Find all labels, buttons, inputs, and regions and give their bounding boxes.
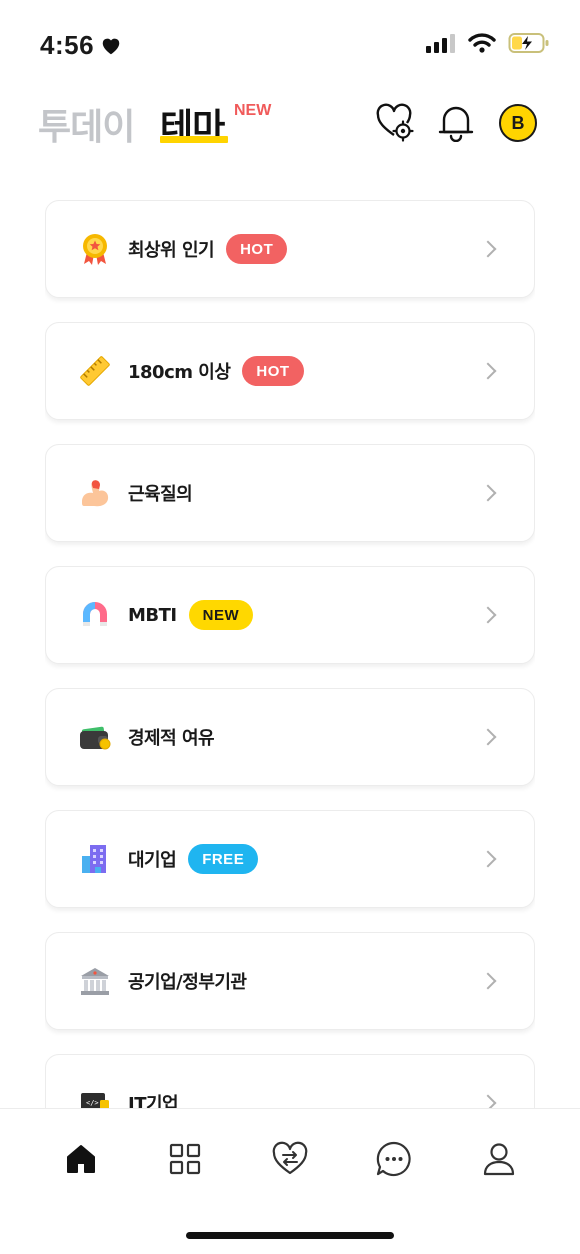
bell-icon[interactable] [436, 102, 476, 142]
chevron-right-icon [479, 240, 497, 258]
svg-text:</>: </> [86, 1099, 99, 1107]
theme-label: MBTI [128, 604, 177, 626]
theme-card-public-institution[interactable]: 공기업/정부기관 [45, 932, 535, 1030]
chevron-right-icon [479, 850, 497, 868]
office-building-icon [78, 842, 112, 876]
theme-card-large-company[interactable]: 대기업 FREE [45, 810, 535, 908]
chevron-right-icon [479, 484, 497, 502]
theme-label: 대기업 [128, 850, 177, 871]
battery-charging-icon [508, 33, 549, 53]
grid-icon [169, 1143, 201, 1175]
status-time: 4:56 [40, 30, 122, 61]
medal-icon [78, 232, 112, 266]
tab-new-badge: NEW [234, 102, 272, 119]
home-icon [67, 1145, 95, 1173]
flexed-arm-icon [78, 476, 112, 510]
heart-settings-icon[interactable] [374, 102, 414, 142]
status-bar: 4:56 [0, 0, 580, 90]
nav-home[interactable] [59, 1137, 103, 1181]
hot-badge: HOT [242, 356, 304, 386]
ruler-icon [78, 354, 112, 388]
theme-label: 경제적 여유 [128, 728, 215, 749]
nav-grid[interactable] [163, 1137, 207, 1181]
free-badge: FREE [188, 844, 259, 874]
avatar[interactable]: B [499, 104, 537, 142]
magnet-icon [78, 598, 112, 632]
wallet-icon [78, 720, 112, 754]
theme-card-180cm[interactable]: 180cm 이상 HOT [45, 322, 535, 420]
status-icons [426, 32, 550, 54]
theme-label: 최상위 인기 [128, 240, 215, 261]
chevron-right-icon [479, 606, 497, 624]
chevron-right-icon [479, 728, 497, 746]
nav-chat[interactable] [372, 1137, 416, 1181]
top-header: 투데이 테마 NEW B [0, 96, 580, 156]
theme-card-top-popular[interactable]: 최상위 인기 HOT [45, 200, 535, 298]
theme-card-financial[interactable]: 경제적 여유 [45, 688, 535, 786]
tab-today[interactable]: 투데이 [38, 98, 135, 150]
laptop-code-icon: </> [78, 1086, 112, 1110]
government-building-icon [78, 964, 112, 998]
wifi-icon [468, 33, 496, 53]
chevron-right-icon [479, 972, 497, 990]
theme-label: 근육질의 [128, 484, 193, 505]
nav-profile[interactable] [477, 1137, 521, 1181]
theme-label: IT기업 [128, 1094, 179, 1110]
theme-label: 180cm 이상 [128, 362, 231, 383]
active-tab-underline [160, 136, 228, 143]
theme-label: 공기업/정부기관 [128, 972, 247, 993]
hot-badge: HOT [226, 234, 288, 264]
heart-icon [102, 38, 120, 54]
signal-icon [426, 34, 455, 53]
chat-bubble-icon [376, 1141, 411, 1177]
time-text: 4:56 [40, 30, 95, 60]
home-indicator[interactable] [186, 1232, 394, 1239]
nav-exchange[interactable] [268, 1137, 312, 1181]
chevron-right-icon [479, 362, 497, 380]
person-icon [483, 1143, 515, 1176]
new-badge: NEW [188, 600, 254, 630]
theme-card-it-company[interactable]: </> IT기업 [45, 1054, 535, 1110]
theme-list: 최상위 인기 HOT 180cm 이상 HOT 근육질의 MBTI NEW 경제… [45, 200, 535, 1110]
theme-card-muscular[interactable]: 근육질의 [45, 444, 535, 542]
heart-exchange-icon [272, 1141, 308, 1175]
theme-card-mbti[interactable]: MBTI NEW [45, 566, 535, 664]
